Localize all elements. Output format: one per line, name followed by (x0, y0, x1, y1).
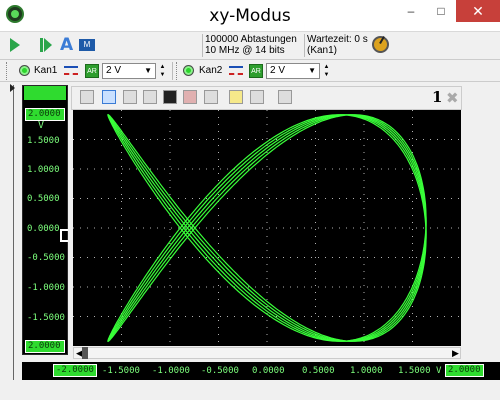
trace-tool-icon[interactable] (123, 90, 137, 104)
single-shot-bar-icon (40, 38, 43, 52)
kan1-enable-led[interactable] (19, 65, 30, 76)
start-icon[interactable] (10, 38, 20, 52)
kan1-range-value: 2 V (106, 65, 122, 76)
measure-icon[interactable]: M (79, 39, 95, 51)
y-tick: 1.0000 (27, 165, 60, 175)
y-strip-header (24, 86, 66, 100)
title-bar: xy-Modus – □ ✕ (0, 0, 500, 32)
kan2-range-stepper[interactable]: ▲ ▼ (322, 63, 331, 79)
scroll-thumb[interactable] (82, 347, 88, 359)
wait-time: Wartezeit: 0 s (307, 34, 368, 45)
x-tick: -0.5000 (201, 366, 239, 376)
wait-info: Wartezeit: 0 s (Kan1) (307, 34, 377, 58)
page-number: 1 (432, 88, 443, 106)
cursor-tool-icon[interactable] (143, 90, 157, 104)
xy-plot[interactable] (73, 110, 461, 346)
xy-mode-tool-icon[interactable] (102, 90, 116, 104)
x-tick: 0.5000 (302, 366, 335, 376)
close-button[interactable]: ✕ (456, 0, 500, 22)
left-panel-rule (13, 85, 18, 385)
y-tick: -1.0000 (27, 283, 65, 293)
kan2-enable-led[interactable] (183, 65, 194, 76)
toolbar-grip[interactable] (176, 62, 179, 80)
kan1-label: Kan1 (34, 65, 58, 76)
color-tool-icon[interactable] (163, 90, 177, 104)
x-min-value[interactable]: -2.0000 (53, 364, 97, 377)
scroll-right-icon[interactable]: ▶ (452, 348, 459, 359)
kan2-label: Kan2 (199, 65, 223, 76)
x-tick: 0.0000 (252, 366, 285, 376)
kan2-range-select[interactable]: 2 V ▼ (266, 63, 320, 79)
snapshot-tool-icon[interactable] (80, 90, 94, 104)
x-tick: 1.0000 (350, 366, 383, 376)
kan1-coupling-icon[interactable] (64, 66, 78, 75)
window-title: xy-Modus (209, 6, 291, 26)
auto-set-icon[interactable]: A (60, 35, 73, 55)
x-unit: V (436, 366, 442, 376)
kan1-autorange-button[interactable]: AR (85, 64, 99, 78)
toolbar-grip[interactable] (6, 62, 9, 80)
y-tick: 0.0000 (27, 224, 60, 234)
xy-trace-line (107, 113, 427, 343)
chevron-down-icon: ▼ (144, 66, 152, 75)
single-shot-icon[interactable] (44, 38, 52, 52)
close-tool-icon[interactable] (250, 90, 264, 104)
x-tick: -1.0000 (152, 366, 190, 376)
xy-trace-line (107, 114, 427, 342)
x-tick: -1.5000 (102, 366, 140, 376)
settings-gear-icon[interactable] (278, 90, 292, 104)
x-max-value[interactable]: 2.0000 (445, 364, 484, 377)
y-tick: 1.5000 (27, 136, 60, 146)
kan2-range-value: 2 V (270, 65, 286, 76)
annotation-tool-icon[interactable] (229, 90, 243, 104)
kan1-range-stepper[interactable]: ▲ ▼ (158, 63, 167, 79)
x-tick: 1.5000 (398, 366, 431, 376)
toolbar-divider (304, 34, 305, 57)
maximize-button[interactable]: □ (428, 0, 454, 22)
y-min-value[interactable]: 2.0000 (25, 340, 65, 353)
zoom-tool-icon[interactable] (204, 90, 218, 104)
horizontal-scrollbar[interactable] (73, 347, 461, 359)
y-tick: -0.5000 (27, 253, 65, 263)
wait-channel: (Kan1) (307, 45, 338, 56)
panel-arrow-icon[interactable] (10, 84, 15, 92)
chevron-down-icon: ▼ (308, 66, 316, 75)
kan2-coupling-icon[interactable] (229, 66, 243, 75)
minimize-button[interactable]: – (398, 0, 424, 22)
acquisition-info: 100000 Abtastungen 10 MHz @ 14 bits (205, 34, 305, 58)
xy-trace-line (107, 114, 427, 342)
toolbar-divider (172, 62, 173, 80)
xy-plot-canvas (73, 110, 461, 346)
y-tick: -1.5000 (27, 313, 65, 323)
sample-rate: 10 MHz @ 14 bits (205, 45, 285, 56)
kan1-range-select[interactable]: 2 V ▼ (102, 63, 156, 79)
toolbar-divider (202, 34, 203, 57)
close-page-icon[interactable]: ✖ (446, 89, 459, 107)
wait-time-knob[interactable] (372, 36, 389, 53)
erase-tool-icon[interactable] (183, 90, 197, 104)
kan2-autorange-button[interactable]: AR (249, 64, 263, 78)
y-tick: 0.5000 (27, 194, 60, 204)
y-unit: V (38, 120, 45, 131)
y-max-value[interactable]: 2.0000 (25, 108, 65, 121)
status-bar (0, 380, 500, 400)
channel-zero-marker[interactable] (60, 229, 68, 242)
samples-count: 100000 Abtastungen (205, 34, 297, 45)
